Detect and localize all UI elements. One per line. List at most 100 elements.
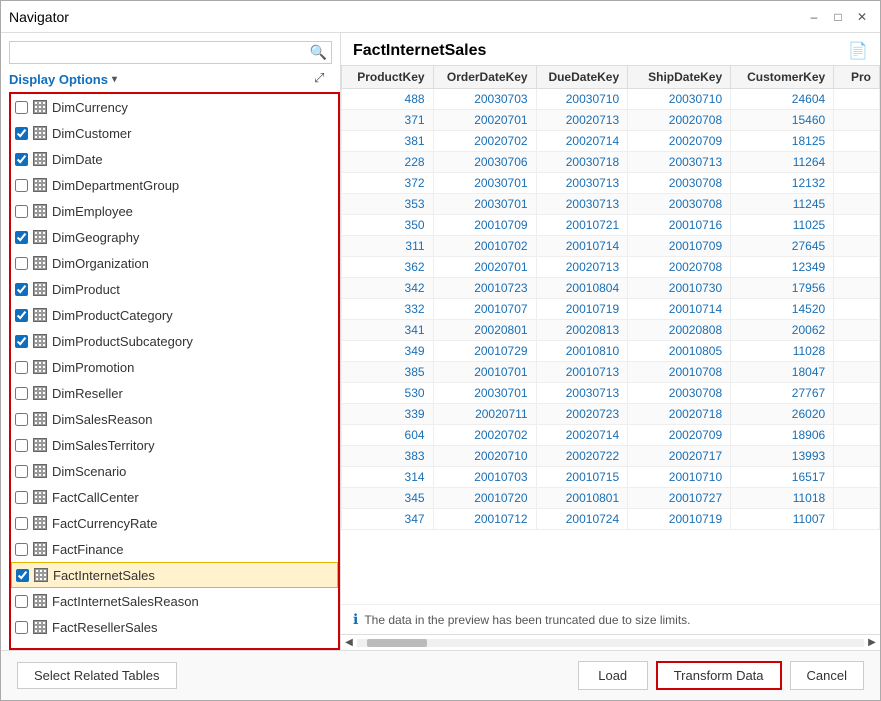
table-cell: 20010805 xyxy=(628,341,731,362)
table-cell: 20010712 xyxy=(433,509,536,530)
table-grid-icon xyxy=(32,516,48,530)
table-row: 31420010703200107152001071016517 xyxy=(342,467,880,488)
table-cell: 17956 xyxy=(731,278,834,299)
table-checkbox[interactable] xyxy=(15,595,28,608)
column-header: DueDateKey xyxy=(536,66,628,89)
table-grid-icon xyxy=(32,204,48,218)
close-button[interactable]: ✕ xyxy=(852,7,872,27)
table-checkbox[interactable] xyxy=(15,413,28,426)
table-cell: 372 xyxy=(342,173,434,194)
table-item[interactable]: DimDate xyxy=(11,146,338,172)
content-area: 🔍 Display Options ▾ ⤢ DimCurrencyDimCust… xyxy=(1,33,880,650)
table-checkbox[interactable] xyxy=(15,491,28,504)
table-checkbox[interactable] xyxy=(15,101,28,114)
table-item[interactable]: FactInternetSales xyxy=(11,562,338,588)
table-item[interactable]: DimProductCategory xyxy=(11,302,338,328)
table-item[interactable]: FactResellerSales xyxy=(11,614,338,640)
info-icon: ℹ xyxy=(353,611,358,628)
transform-data-button[interactable]: Transform Data xyxy=(656,661,782,690)
search-input[interactable] xyxy=(14,45,310,60)
table-cell: 20010724 xyxy=(536,509,628,530)
table-item[interactable]: DimSalesTerritory xyxy=(11,432,338,458)
table-item[interactable]: DimCustomer xyxy=(11,120,338,146)
table-checkbox[interactable] xyxy=(15,257,28,270)
table-checkbox[interactable] xyxy=(16,569,29,582)
cancel-button[interactable]: Cancel xyxy=(790,661,864,690)
minimize-button[interactable]: – xyxy=(804,7,824,27)
table-item[interactable]: DimPromotion xyxy=(11,354,338,380)
table-row: 37120020701200207132002070815460 xyxy=(342,110,880,131)
table-item[interactable]: FactCurrencyRate xyxy=(11,510,338,536)
table-item[interactable]: DimOrganization xyxy=(11,250,338,276)
table-row: 31120010702200107142001070927645 xyxy=(342,236,880,257)
table-cell: 20020710 xyxy=(433,446,536,467)
table-cell: 27767 xyxy=(731,383,834,404)
scroll-right-button[interactable]: ▶ xyxy=(864,635,880,651)
table-checkbox[interactable] xyxy=(15,543,28,556)
table-checkbox[interactable] xyxy=(15,335,28,348)
table-item[interactable]: DimProductSubcategory xyxy=(11,328,338,354)
table-checkbox[interactable] xyxy=(15,127,28,140)
table-item[interactable]: DimDepartmentGroup xyxy=(11,172,338,198)
table-checkbox[interactable] xyxy=(15,465,28,478)
expand-icon[interactable]: ⤢ xyxy=(314,70,332,88)
table-item[interactable]: DimProduct xyxy=(11,276,338,302)
table-cell: 20020701 xyxy=(433,257,536,278)
table-item[interactable]: DimGeography xyxy=(11,224,338,250)
table-cell: 16517 xyxy=(731,467,834,488)
table-checkbox[interactable] xyxy=(15,621,28,634)
table-item[interactable]: DimSalesReason xyxy=(11,406,338,432)
table-cell xyxy=(834,152,880,173)
table-checkbox[interactable] xyxy=(15,439,28,452)
table-item[interactable]: DimReseller xyxy=(11,380,338,406)
maximize-button[interactable]: □ xyxy=(828,7,848,27)
table-grid-icon xyxy=(32,178,48,192)
table-checkbox[interactable] xyxy=(15,283,28,296)
table-checkbox[interactable] xyxy=(15,205,28,218)
table-checkbox[interactable] xyxy=(15,153,28,166)
table-cell: 314 xyxy=(342,467,434,488)
table-row: 34220010723200108042001073017956 xyxy=(342,278,880,299)
table-cell: 20010713 xyxy=(536,362,628,383)
export-icon[interactable]: 📄 xyxy=(848,41,868,61)
table-row: 38520010701200107132001070818047 xyxy=(342,362,880,383)
table-item[interactable]: FactInternetSalesReason xyxy=(11,588,338,614)
table-scroll-wrapper[interactable]: ProductKeyOrderDateKeyDueDateKeyShipDate… xyxy=(341,65,880,604)
preview-title-row: FactInternetSales 📄 xyxy=(341,33,880,65)
select-related-button[interactable]: Select Related Tables xyxy=(17,662,177,689)
table-cell: 20020708 xyxy=(628,110,731,131)
table-checkbox[interactable] xyxy=(15,517,28,530)
scroll-left-button[interactable]: ◀ xyxy=(341,635,357,651)
scroll-track[interactable] xyxy=(357,639,864,647)
table-grid-icon xyxy=(32,412,48,426)
bottom-right: Load Transform Data Cancel xyxy=(578,661,864,690)
table-item[interactable]: DimScenario xyxy=(11,458,338,484)
table-row: 33920020711200207232002071826020 xyxy=(342,404,880,425)
table-grid-icon xyxy=(32,282,48,296)
table-cell: 20010702 xyxy=(433,236,536,257)
table-name-label: FactInternetSales xyxy=(53,568,155,583)
display-options-button[interactable]: Display Options ▾ xyxy=(9,72,117,87)
horizontal-scrollbar[interactable]: ◀ ▶ xyxy=(341,634,880,650)
table-checkbox[interactable] xyxy=(15,309,28,322)
table-item[interactable]: FactFinance xyxy=(11,536,338,562)
table-checkbox[interactable] xyxy=(15,387,28,400)
table-cell: 383 xyxy=(342,446,434,467)
table-cell: 20010714 xyxy=(628,299,731,320)
table-item[interactable]: DimCurrency xyxy=(11,94,338,120)
column-header: Pro xyxy=(834,66,880,89)
table-checkbox[interactable] xyxy=(15,231,28,244)
right-panel: FactInternetSales 📄 ProductKeyOrderDateK… xyxy=(341,33,880,650)
table-checkbox[interactable] xyxy=(15,179,28,192)
table-cell: 20020714 xyxy=(536,131,628,152)
load-button[interactable]: Load xyxy=(578,661,648,690)
table-cell: 20030708 xyxy=(628,383,731,404)
table-cell: 20030701 xyxy=(433,173,536,194)
scroll-thumb[interactable] xyxy=(367,639,427,647)
table-checkbox[interactable] xyxy=(15,361,28,374)
title-bar: Navigator – □ ✕ xyxy=(1,1,880,33)
table-cell xyxy=(834,257,880,278)
table-cell: 12349 xyxy=(731,257,834,278)
table-item[interactable]: DimEmployee xyxy=(11,198,338,224)
table-item[interactable]: FactCallCenter xyxy=(11,484,338,510)
